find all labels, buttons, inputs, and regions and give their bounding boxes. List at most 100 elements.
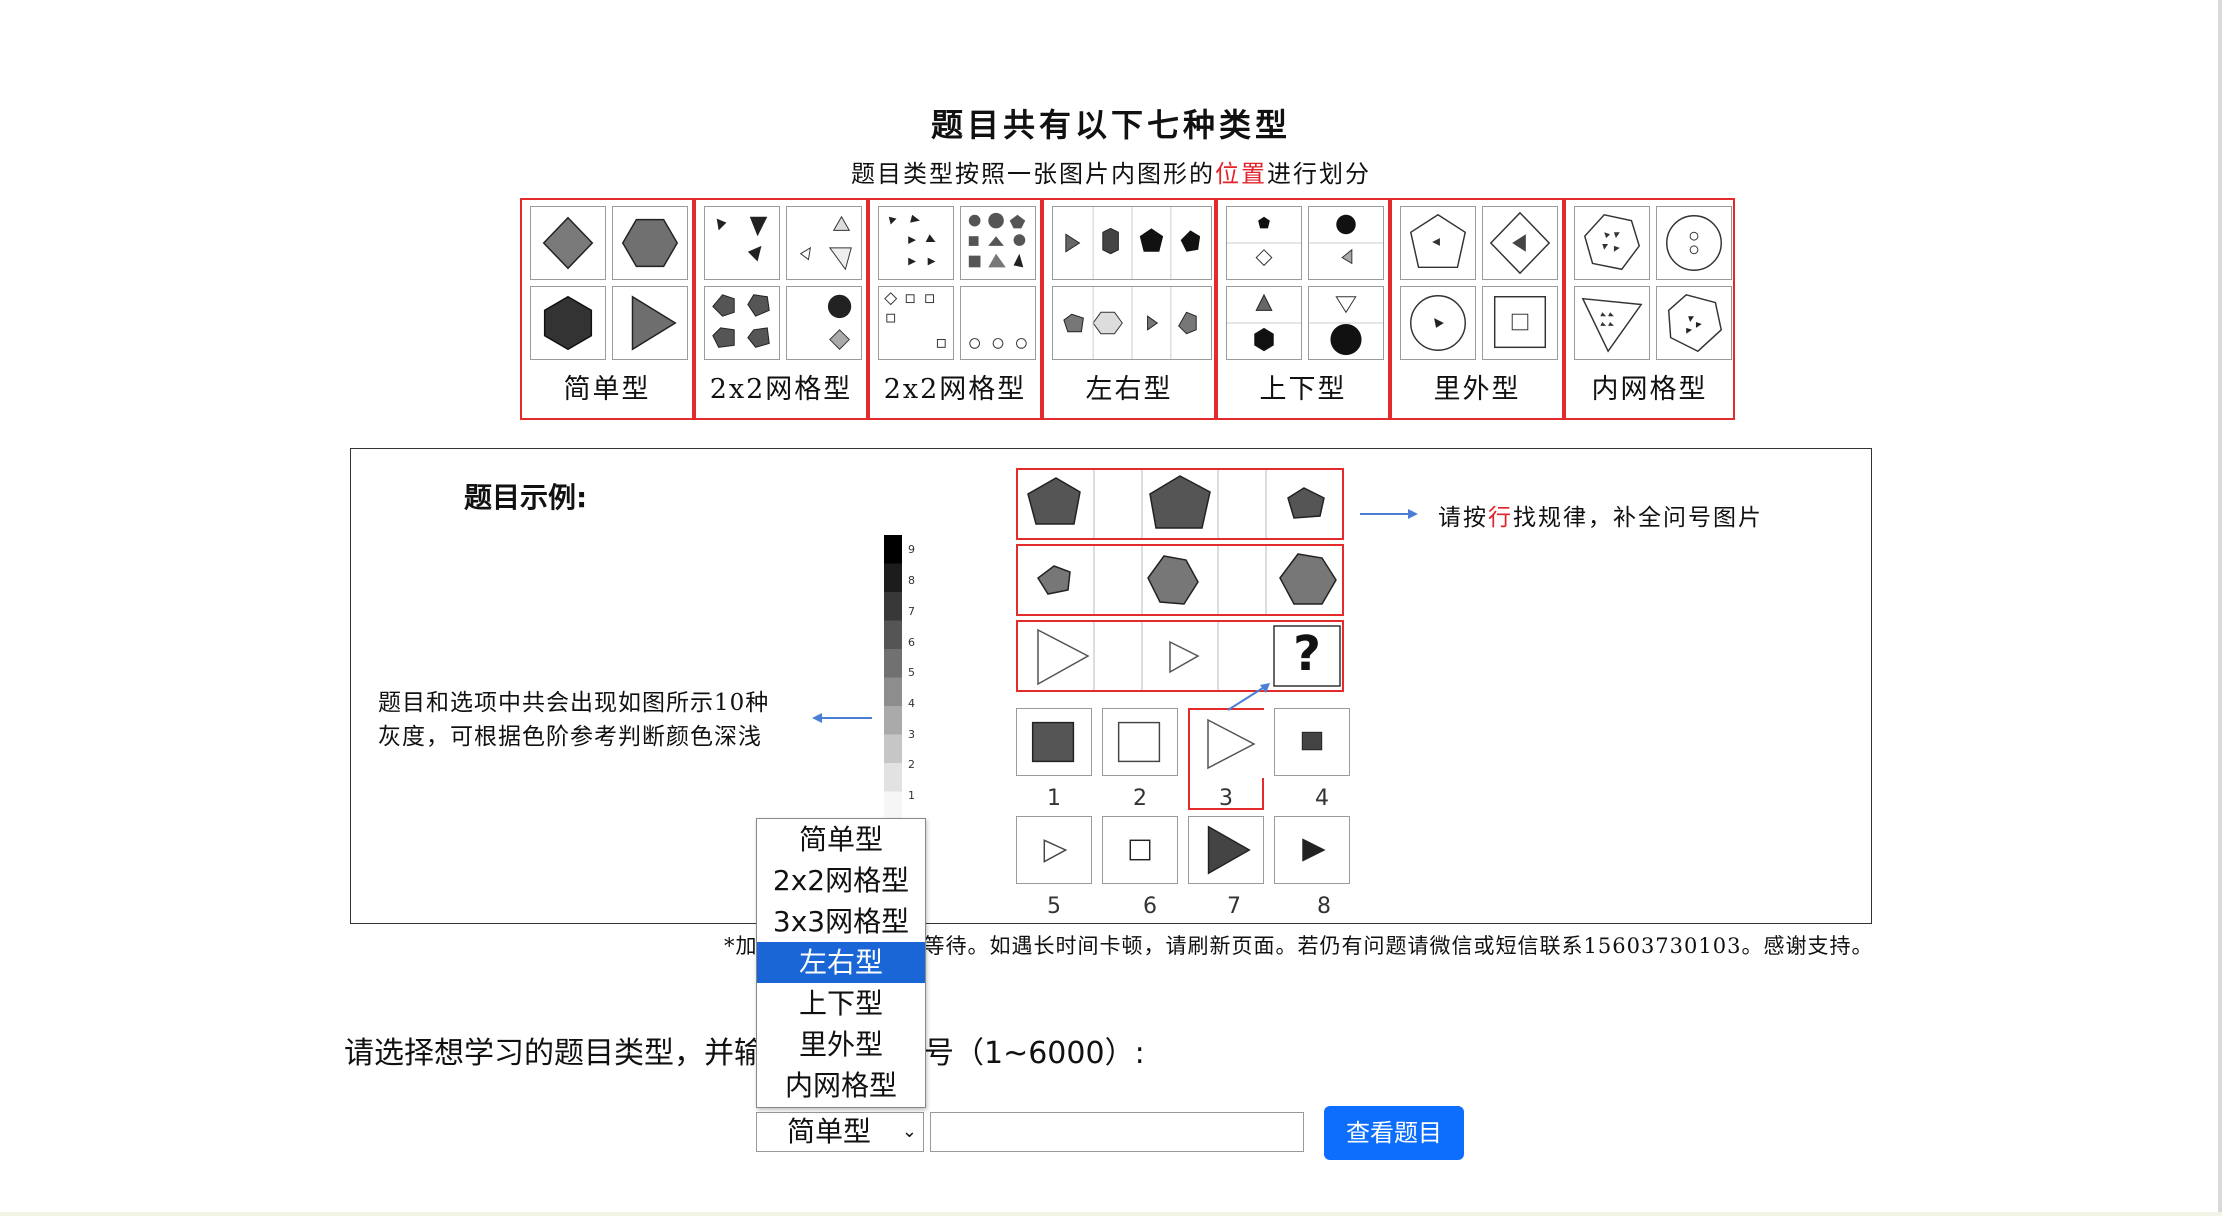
question-type-selected: 简单型 (787, 1115, 872, 1148)
type-inner-grid: 内网格型 (1564, 198, 1735, 420)
type-label: 内网格型 (1591, 374, 1708, 405)
types-subtitle: 题目类型按照一张图片内图形的位置进行划分 (0, 154, 2222, 189)
type-grid-cell (878, 206, 954, 280)
dropdown-option[interactable]: 3x3网格型 (757, 901, 925, 942)
view-question-button[interactable]: 查看题目 (1324, 1106, 1464, 1160)
type-tb-cell (1226, 286, 1302, 360)
option-number: 4 (1315, 786, 1329, 811)
type-tb-cell (1308, 206, 1384, 280)
select-prompt-post: 题号（1~6000）: (894, 1036, 1145, 1071)
option-number: 1 (1047, 786, 1061, 811)
grayscale-note: 题目和选项中共会出现如图所示10种 灰度，可根据色阶参考判断颜色深浅 (378, 686, 828, 754)
colorbar-tick: 1 (908, 789, 915, 802)
type-simple-cell (612, 206, 688, 280)
subtitle-post: 进行划分 (1267, 160, 1371, 188)
option-7 (1188, 816, 1264, 884)
dropdown-option[interactable]: 简单型 (757, 819, 925, 860)
type-label: 2x2网格型 (883, 374, 1027, 405)
option-2 (1102, 708, 1178, 776)
type-grid-2x2-b: 2x2网格型 (868, 198, 1042, 420)
option-4 (1274, 708, 1350, 776)
type-left-right: 左右型 (1042, 198, 1216, 420)
option-8 (1274, 816, 1350, 884)
colorbar-tick: 7 (908, 605, 915, 618)
select-prompt: 请选择想学习的题目类型，并输 题号（1~6000）: (344, 1028, 1145, 1072)
type-top-bottom: 上下型 (1216, 198, 1390, 420)
dropdown-option[interactable]: 内网格型 (757, 1065, 925, 1106)
type-simple: 简单型 (520, 198, 694, 420)
option-number: 8 (1317, 894, 1331, 919)
type-label: 上下型 (1259, 374, 1347, 405)
type-ig-cell (1574, 286, 1650, 360)
arrow-right-icon (1360, 509, 1418, 519)
arrow-left-icon (812, 713, 872, 723)
example-title: 题目示例: (464, 481, 588, 514)
type-simple-cell (612, 286, 688, 360)
option-number: 5 (1047, 894, 1061, 919)
question-row-2 (1016, 544, 1344, 616)
type-io-cell (1482, 206, 1558, 280)
type-simple-cell (530, 206, 606, 280)
option-3 (1190, 710, 1266, 778)
colorbar-tick: 8 (908, 574, 915, 587)
type-ig-cell (1574, 206, 1650, 280)
colorbar-tick: 6 (908, 636, 915, 649)
option-number: 6 (1143, 894, 1157, 919)
chevron-down-icon: ⌄ (901, 1121, 917, 1142)
type-lr-cell (1052, 286, 1212, 360)
option-number: 3 (1219, 786, 1233, 811)
type-io-cell (1482, 286, 1558, 360)
dropdown-option[interactable]: 2x2网格型 (757, 860, 925, 901)
rule-hint-post: 找规律，补全问号图片 (1513, 505, 1763, 531)
type-tb-cell (1308, 286, 1384, 360)
question-type-dropdown: 简单型 2x2网格型 3x3网格型 左右型 上下型 里外型 内网格型 (756, 818, 926, 1108)
dropdown-option-highlighted[interactable]: 左右型 (757, 942, 925, 983)
type-label: 简单型 (563, 374, 651, 405)
bottom-strip (0, 1212, 2222, 1216)
rule-hint-pre: 请按 (1438, 505, 1488, 531)
rule-hint: 请按行找规律，补全问号图片 (1438, 498, 1763, 532)
colorbar-tick: 5 (908, 666, 915, 679)
question-row-1 (1016, 468, 1344, 540)
colorbar-tick: 9 (908, 543, 915, 556)
type-grid-cell (704, 286, 780, 360)
type-io-cell (1400, 206, 1476, 280)
type-label: 2x2网格型 (709, 374, 853, 405)
type-grid-cell (786, 206, 862, 280)
select-prompt-pre: 请选择想学习的题目类型，并输 (344, 1036, 764, 1071)
type-simple-cell (530, 286, 606, 360)
types-title: 题目共有以下七种类型 (930, 106, 1291, 144)
question-type-select[interactable]: 简单型 ⌄ (756, 1112, 924, 1152)
type-grid-cell (960, 206, 1036, 280)
type-grid-2x2-a: 2x2网格型 (694, 198, 868, 420)
dropdown-option[interactable]: 里外型 (757, 1024, 925, 1065)
type-grid-cell (878, 286, 954, 360)
subtitle-highlight: 位置 (1215, 160, 1267, 188)
grayscale-note-line1: 题目和选项中共会出现如图所示10种 (378, 690, 770, 716)
option-1 (1016, 708, 1092, 776)
option-number: 2 (1133, 786, 1147, 811)
option-number: 7 (1227, 894, 1241, 919)
question-number-input[interactable] (930, 1112, 1304, 1152)
colorbar-tick: 2 (908, 758, 915, 771)
type-grid-cell (960, 286, 1036, 360)
type-label: 左右型 (1085, 374, 1173, 405)
subtitle-pre: 题目类型按照一张图片内图形的 (851, 160, 1215, 188)
type-grid-cell (786, 286, 862, 360)
colorbar-tick: 3 (908, 728, 915, 741)
type-tb-cell (1226, 206, 1302, 280)
type-in-out: 里外型 (1390, 198, 1564, 420)
type-lr-cell (1052, 206, 1212, 280)
type-label: 里外型 (1433, 374, 1521, 405)
option-6 (1102, 816, 1178, 884)
option-5 (1016, 816, 1092, 884)
dropdown-option[interactable]: 上下型 (757, 983, 925, 1024)
grayscale-colorbar (884, 535, 902, 820)
answer-arrow-icon (1227, 683, 1270, 711)
footnote-text: 等待。如遇长时间卡顿，请刷新页面。若仍有问题请微信或短信联系1560373010… (923, 934, 1874, 958)
question-types-figure: 简单型 2x2网格型 2x2网格型 左右型 上下型 里外型 内网格型 (520, 198, 1735, 420)
type-ig-cell (1656, 286, 1732, 360)
footnote-prefix: *加 (724, 934, 758, 958)
type-io-cell (1400, 286, 1476, 360)
type-ig-cell (1656, 206, 1732, 280)
